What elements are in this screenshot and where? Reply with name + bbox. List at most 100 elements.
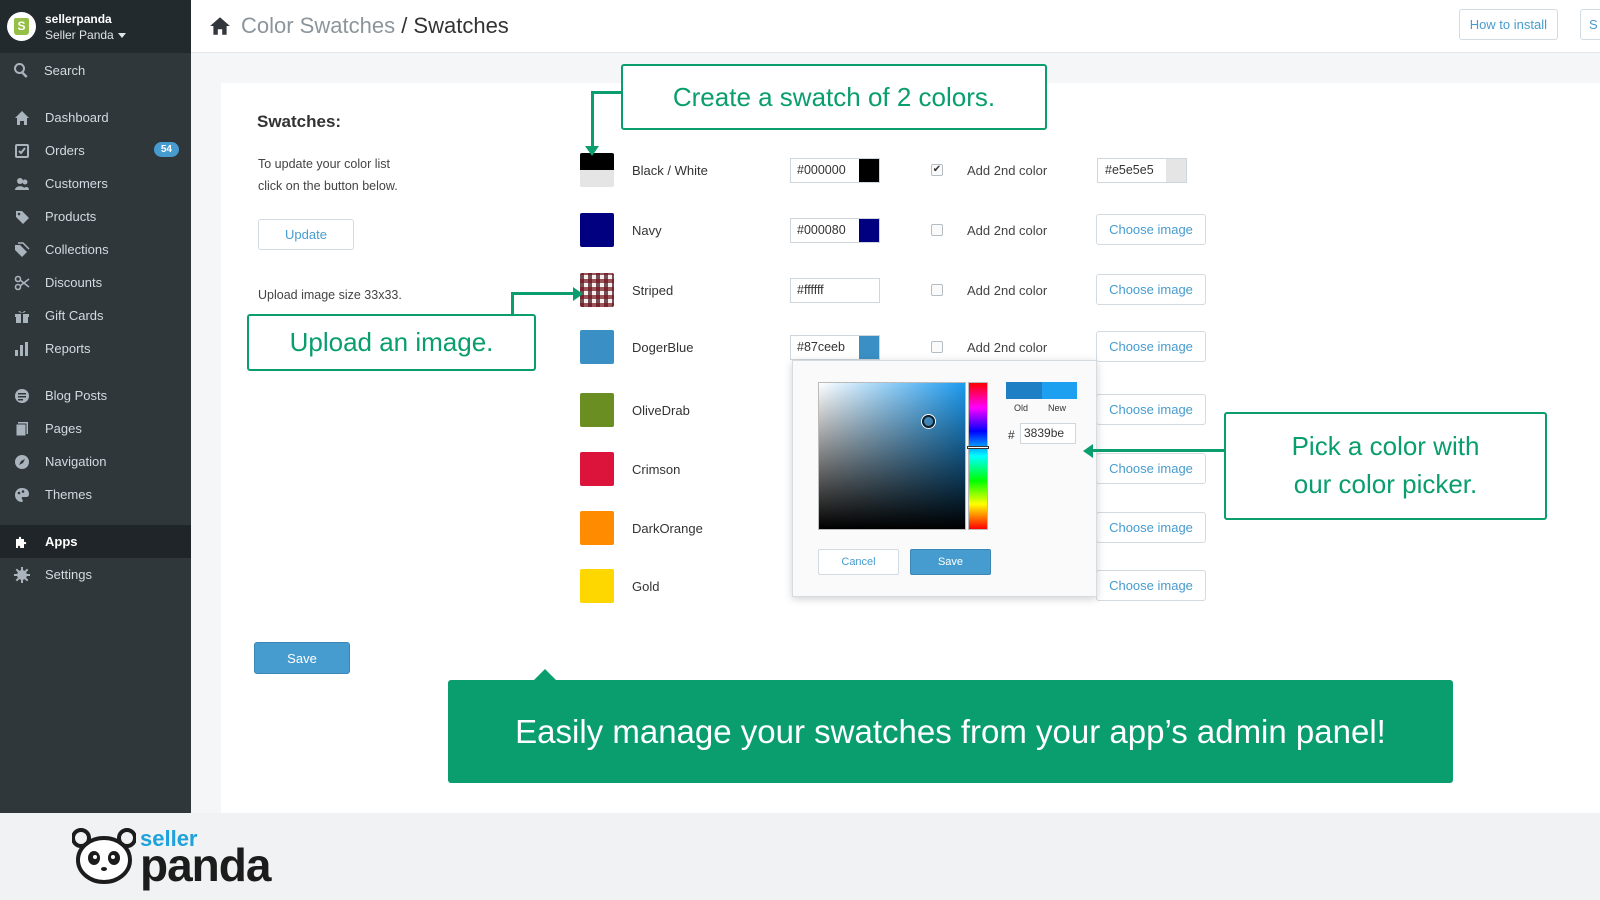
swatch-name: Black / White: [632, 163, 708, 178]
sidebar-item-label: Gift Cards: [45, 308, 104, 323]
sidebar-item-themes[interactable]: Themes: [0, 478, 191, 511]
hue-slider[interactable]: [967, 382, 989, 530]
sidebar-item-label: Reports: [45, 341, 91, 356]
sidebar-item-customers[interactable]: Customers: [0, 167, 191, 200]
sidebar-item-label: Settings: [45, 567, 92, 582]
picker-save-button[interactable]: Save: [910, 549, 991, 575]
swatch-preview: [580, 213, 614, 247]
swatch-name: Crimson: [632, 462, 681, 477]
sidebar-item-products[interactable]: Products: [0, 200, 191, 233]
sidebar-item-pages[interactable]: Pages: [0, 412, 191, 445]
hex-input[interactable]: #000000: [790, 158, 880, 183]
bar-chart-icon: [13, 340, 31, 358]
palette-icon: [13, 486, 31, 504]
new-color-preview: [1042, 382, 1077, 399]
breadcrumb-current: Swatches: [413, 13, 509, 38]
second-color-chip[interactable]: [1166, 159, 1186, 182]
add-second-color-checkbox[interactable]: ✔: [931, 164, 943, 176]
sidebar-item-label: Collections: [45, 242, 109, 257]
second-hex-input[interactable]: #e5e5e5: [1097, 158, 1187, 183]
sidebar-search[interactable]: Search: [0, 53, 191, 87]
choose-image-button[interactable]: Choose image: [1096, 274, 1206, 305]
choose-image-button[interactable]: Choose image: [1096, 453, 1206, 484]
scissors-icon: [13, 274, 31, 292]
sidebar-item-discounts[interactable]: Discounts: [0, 266, 191, 299]
logo-panda-text: panda: [140, 839, 271, 891]
choose-image-button[interactable]: Choose image: [1096, 570, 1206, 601]
swatch-name: OliveDrab: [632, 403, 690, 418]
sellerpanda-logo: seller panda: [72, 824, 302, 891]
sidebar: S sellerpanda Seller Panda Search Dashbo…: [0, 0, 191, 813]
sidebar-item-label: Orders: [45, 143, 85, 158]
sidebar-item-reports[interactable]: Reports: [0, 332, 191, 365]
color-chip[interactable]: [859, 159, 879, 182]
color-chip[interactable]: [859, 219, 879, 242]
sidebar-item-label: Customers: [45, 176, 108, 191]
top-bar: Color Swatches / Swatches How to install…: [191, 0, 1600, 53]
add-second-color-checkbox[interactable]: [931, 284, 943, 296]
sidebar-item-gift-cards[interactable]: Gift Cards: [0, 299, 191, 332]
sidebar-item-label: Themes: [45, 487, 92, 502]
sidebar-item-orders[interactable]: Orders 54: [0, 134, 191, 167]
add-second-color-label: Add 2nd color: [967, 340, 1048, 355]
sidebar-item-label: Blog Posts: [45, 388, 108, 403]
color-picker-popup: Old New # 3839be Cancel Save: [792, 360, 1097, 597]
sidebar-item-collections[interactable]: Collections: [0, 233, 191, 266]
search-label: Search: [44, 62, 86, 78]
sidebar-item-blog-posts[interactable]: Blog Posts: [0, 379, 191, 412]
add-second-color-label: Add 2nd color: [967, 283, 1048, 298]
swatch-preview: [580, 452, 614, 486]
panda-face-icon: [72, 828, 136, 884]
callout-connector: [591, 91, 594, 146]
store-owner[interactable]: Seller Panda: [45, 27, 126, 43]
sidebar-item-navigation[interactable]: Navigation: [0, 445, 191, 478]
swatch-preview: [580, 511, 614, 545]
sidebar-item-apps[interactable]: Apps: [0, 525, 191, 558]
picker-hex-input[interactable]: 3839be: [1020, 423, 1076, 444]
breadcrumb-separator: /: [395, 13, 414, 38]
callout-connector: [1093, 449, 1224, 452]
sidebar-item-settings[interactable]: Settings: [0, 558, 191, 591]
new-label: New: [1048, 403, 1067, 413]
swatch-preview: [580, 393, 614, 427]
callout-connector: [511, 292, 514, 315]
choose-image-button[interactable]: Choose image: [1096, 214, 1206, 245]
arrow-left-icon: [1083, 444, 1093, 458]
choose-image-button[interactable]: Choose image: [1096, 394, 1206, 425]
arrow-down-icon: [585, 146, 599, 156]
tag-icon: [13, 208, 31, 226]
sidebar-item-label: Apps: [45, 534, 78, 549]
saturation-area[interactable]: [818, 382, 966, 530]
hex-input[interactable]: #ffffff: [790, 278, 880, 303]
gift-icon: [13, 307, 31, 325]
top-edge-button[interactable]: S: [1580, 9, 1600, 40]
color-chip[interactable]: [859, 336, 879, 359]
hex-input[interactable]: #000080: [790, 218, 880, 243]
how-to-install-button[interactable]: How to install: [1458, 9, 1558, 40]
sidebar-item-label: Navigation: [45, 454, 107, 469]
color-chip[interactable]: [859, 279, 879, 302]
breadcrumb: Color Swatches / Swatches: [241, 13, 509, 39]
add-second-color-label: Add 2nd color: [967, 223, 1048, 238]
add-second-color-checkbox[interactable]: [931, 224, 943, 236]
orders-count-badge: 54: [153, 142, 179, 157]
swatch-name: Striped: [632, 283, 674, 298]
home-icon[interactable]: [209, 15, 231, 37]
hue-handle[interactable]: [967, 446, 989, 449]
orders-icon: [13, 142, 31, 160]
search-icon: [12, 61, 30, 79]
picker-cancel-button[interactable]: Cancel: [818, 549, 899, 575]
choose-image-button[interactable]: Choose image: [1096, 512, 1206, 543]
store-switcher[interactable]: S sellerpanda Seller Panda: [0, 0, 191, 53]
sidebar-item-dashboard[interactable]: Dashboard: [0, 101, 191, 134]
hash-label: #: [1008, 428, 1015, 442]
saturation-handle[interactable]: [922, 415, 935, 428]
breadcrumb-parent[interactable]: Color Swatches: [241, 13, 395, 38]
swatch-preview: [580, 330, 614, 364]
save-button[interactable]: Save: [254, 642, 350, 674]
choose-image-button[interactable]: Choose image: [1096, 331, 1206, 362]
hex-input[interactable]: #87ceeb: [790, 335, 880, 360]
add-second-color-checkbox[interactable]: [931, 341, 943, 353]
callout-two-colors: Create a swatch of 2 colors.: [621, 64, 1047, 130]
caret-down-icon: [117, 32, 126, 38]
